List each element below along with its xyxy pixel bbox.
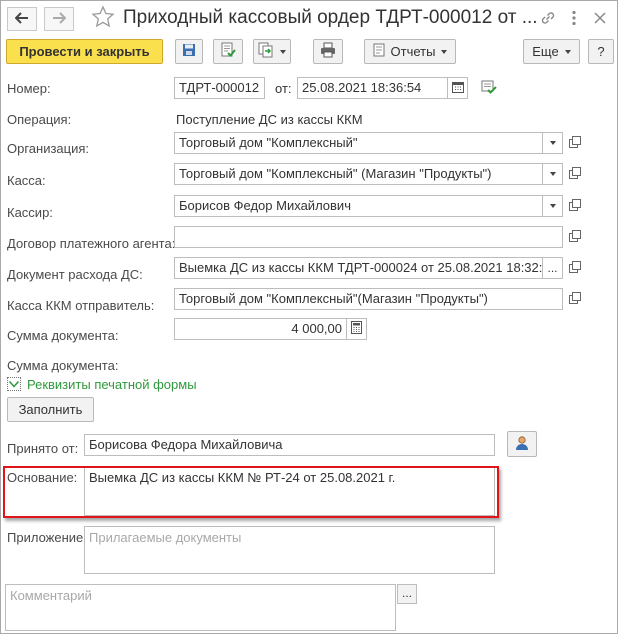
dropdown-caret-icon [549, 141, 556, 145]
kkm-sender-open-button[interactable] [565, 289, 585, 309]
expense-doc-select-button[interactable]: ... [543, 257, 563, 279]
forward-button[interactable] [44, 7, 74, 31]
favorite-star-icon[interactable] [91, 5, 115, 31]
calculator-button[interactable] [347, 318, 367, 340]
save-icon [182, 43, 196, 60]
select-person-button[interactable] [507, 431, 537, 457]
attachment-field[interactable]: Прилагаемые документы [84, 526, 495, 574]
print-requisites-group-label[interactable]: Реквизиты печатной формы [27, 377, 197, 392]
kkm-sender-label: Касса ККМ отправитель: [7, 298, 155, 313]
open-icon [569, 291, 581, 307]
kkm-sender-field[interactable]: Торговый дом "Комплексный"(Магазин "Прод… [174, 288, 563, 310]
chevron-down-icon [8, 380, 20, 388]
open-icon [569, 260, 581, 276]
cashier-label: Кассир: [7, 205, 53, 220]
report-icon [373, 43, 385, 60]
number-label: Номер: [7, 81, 51, 96]
organization-field[interactable]: Торговый дом "Комплексный" [174, 132, 543, 154]
comment-expand-button[interactable]: ... [397, 584, 417, 604]
document-window: Приходный кассовый ордер ТДРТ-000012 от … [0, 0, 618, 634]
highlight-frame [3, 466, 499, 518]
cashier-field[interactable]: Борисов Федор Михайлович [174, 195, 543, 217]
operation-value: Поступление ДС из кассы ККМ [176, 112, 363, 127]
back-button[interactable] [7, 7, 37, 31]
close-icon[interactable] [591, 9, 609, 27]
posted-status-icon [481, 79, 497, 98]
attachment-placeholder: Прилагаемые документы [89, 530, 242, 545]
open-icon [569, 166, 581, 182]
link-icon[interactable] [539, 9, 557, 27]
organization-open-button[interactable] [565, 133, 585, 153]
create-based-on-icon [258, 42, 274, 61]
cash-label: Касса: [7, 173, 46, 188]
print-button[interactable] [313, 39, 343, 64]
post-and-close-button[interactable]: Провести и закрыть [6, 39, 163, 64]
ellipsis-icon: ... [401, 586, 412, 600]
organization-label: Организация: [7, 141, 90, 156]
person-icon [514, 435, 530, 454]
operation-label: Операция: [7, 112, 72, 127]
post-document-icon [220, 42, 236, 61]
received-from-field[interactable]: Борисова Федора Михайловича [84, 434, 495, 456]
arrow-right-icon [52, 11, 67, 27]
cashier-open-button[interactable] [565, 196, 585, 216]
doc-sum-label: Сумма документа: [7, 328, 119, 343]
more-label: Еще [532, 44, 559, 59]
dropdown-caret-icon [549, 172, 556, 176]
more-button[interactable]: Еще [523, 39, 580, 64]
cash-dropdown-button[interactable] [543, 163, 563, 185]
fill-button[interactable]: Заполнить [7, 397, 94, 422]
calendar-icon [451, 81, 464, 96]
agent-contract-open-button[interactable] [565, 227, 585, 247]
dropdown-caret-icon [549, 204, 556, 208]
print-requisites-toggle[interactable] [7, 377, 21, 391]
expense-doc-open-button[interactable] [565, 258, 585, 278]
open-icon [569, 135, 581, 151]
cash-field[interactable]: Торговый дом "Комплексный" (Магазин "Про… [174, 163, 543, 185]
doc-sum-field[interactable]: 4 000,00 [174, 318, 347, 340]
dropdown-caret-icon [564, 49, 571, 54]
post-button[interactable] [213, 39, 243, 64]
cash-open-button[interactable] [565, 164, 585, 184]
calendar-button[interactable] [448, 77, 468, 99]
window-title: Приходный кассовый ордер ТДРТ-000012 от … [123, 7, 538, 28]
dropdown-caret-icon [280, 49, 286, 54]
doc-sum-words-label: Сумма документа: [7, 358, 119, 373]
date-prefix-label: от: [275, 81, 292, 96]
open-icon [569, 229, 581, 245]
expense-doc-label: Документ расхода ДС: [7, 267, 143, 282]
comment-field[interactable]: Комментарий [5, 584, 396, 631]
reports-label: Отчеты [390, 44, 436, 59]
help-button[interactable]: ? [588, 39, 614, 64]
number-field[interactable]: ТДРТ-000012 [174, 77, 265, 99]
ellipsis-icon: ... [547, 261, 558, 275]
expense-doc-field[interactable]: Выемка ДС из кассы ККМ ТДРТ-000024 от 25… [174, 257, 543, 279]
agent-contract-label: Договор платежного агента: [7, 236, 176, 251]
cashier-dropdown-button[interactable] [543, 195, 563, 217]
organization-dropdown-button[interactable] [543, 132, 563, 154]
agent-contract-field[interactable] [174, 226, 563, 248]
attachment-label: Приложение: [7, 530, 87, 545]
create-based-on-button[interactable] [253, 39, 291, 64]
received-from-label: Принято от: [7, 441, 79, 456]
calculator-icon [351, 321, 362, 337]
save-button[interactable] [175, 39, 203, 64]
more-vertical-icon[interactable] [565, 9, 583, 27]
date-field[interactable]: 25.08.2021 18:36:54 [297, 77, 448, 99]
comment-placeholder: Комментарий [10, 588, 92, 603]
arrow-left-icon [14, 11, 29, 27]
dropdown-caret-icon [441, 49, 448, 54]
open-icon [569, 198, 581, 214]
printer-icon [320, 42, 336, 61]
reports-button[interactable]: Отчеты [364, 39, 456, 64]
